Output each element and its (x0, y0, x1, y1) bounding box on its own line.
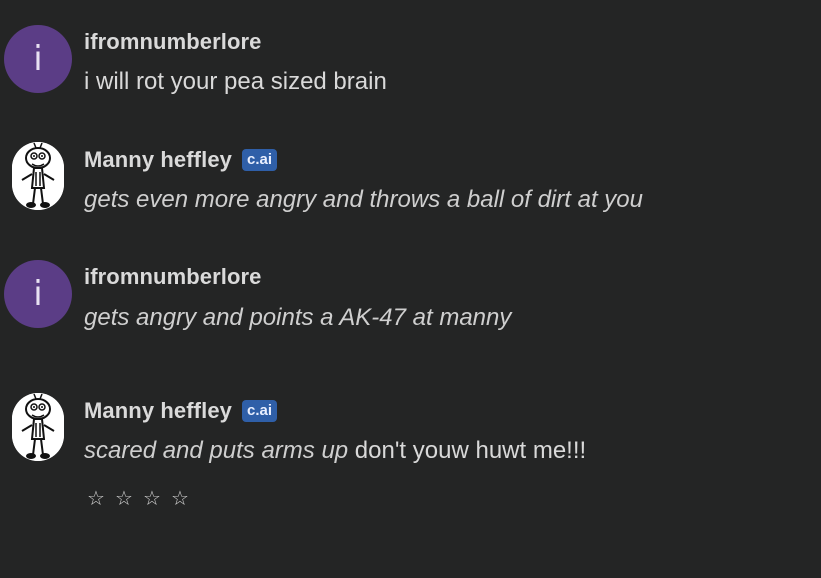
message-action-text: gets angry and points a AK-47 at manny (84, 304, 512, 331)
manny-avatar-icon (12, 393, 64, 461)
message-text: gets even more angry and throws a ball o… (84, 186, 643, 214)
author-row: Manny heffley c.ai (84, 397, 278, 425)
star-icon-3[interactable]: ☆ (142, 486, 162, 510)
author-name[interactable]: ifromnumberlore (84, 29, 262, 55)
author-row: ifromnumberlore (84, 28, 262, 56)
message-action-text: gets even more angry and throws a ball o… (84, 186, 643, 213)
message-text: scared and puts arms up don't youw huwt … (84, 437, 586, 465)
user-avatar[interactable]: i (4, 25, 72, 93)
chat-thread: i ifromnumberlore i will rot your pea si… (0, 0, 821, 578)
ai-badge: c.ai (242, 149, 278, 171)
user-avatar[interactable]: i (4, 260, 72, 328)
message-plain-text: don't youw huwt me!!! (348, 437, 587, 464)
author-row: Manny heffley c.ai (84, 146, 278, 174)
message-action-text: scared and puts arms up (84, 437, 349, 464)
author-name[interactable]: Manny heffley (84, 398, 232, 424)
ai-badge: c.ai (242, 400, 278, 422)
star-icon-2[interactable]: ☆ (114, 486, 134, 510)
message-text: gets angry and points a AK-47 at manny (84, 304, 511, 332)
character-avatar[interactable] (12, 142, 64, 210)
character-avatar[interactable] (12, 393, 64, 461)
author-row: ifromnumberlore (84, 263, 262, 291)
author-name[interactable]: Manny heffley (84, 147, 232, 173)
message-text: i will rot your pea sized brain (84, 68, 387, 96)
author-name[interactable]: ifromnumberlore (84, 264, 262, 290)
manny-avatar-icon (12, 142, 64, 210)
rating-stars: ☆ ☆ ☆ ☆ (86, 486, 190, 510)
star-icon-4[interactable]: ☆ (170, 486, 190, 510)
message-plain-text: i will rot your pea sized brain (84, 68, 387, 95)
star-icon-1[interactable]: ☆ (86, 486, 106, 510)
